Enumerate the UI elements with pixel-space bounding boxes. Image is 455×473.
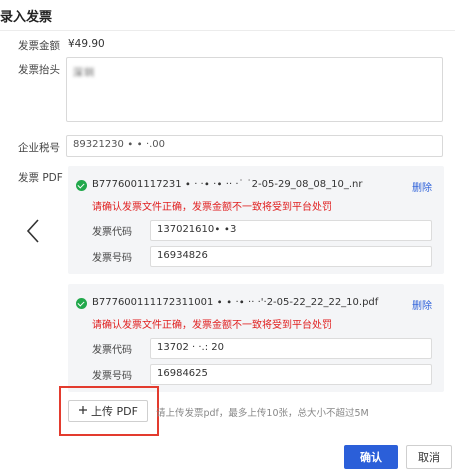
invoice-code-value: 13702 · ·.: 20 [157,342,224,353]
plus-icon [78,405,88,418]
invoice-code-input[interactable]: 13702 · ·.: 20 [150,338,432,359]
amount-label: 发票金额 [18,40,60,52]
pdf-filename: B777600111172311001 ∙ ∙ ·∙ ·· ·'·2-05-22… [92,297,379,308]
invoice-code-input[interactable]: 137021610∙ ∙3 [150,220,432,241]
upload-pdf-button[interactable]: 上传 PDF [68,400,148,422]
check-circle-icon [76,180,87,191]
pdf-filename: B7776001117231 ∙ · ·∙ ·∙ ·· ·˙ ˙2-05-29_… [92,179,363,190]
tax-id-value: 89321230 ∙ ∙ ·.00 [73,139,166,150]
invoice-number-input[interactable]: 16934826 [150,246,432,267]
invoice-code-label: 发票代码 [92,345,132,356]
chevron-left-icon[interactable] [24,218,42,244]
invoice-header-textarea[interactable]: 深圳 [66,57,443,122]
invoice-code-label: 发票代码 [92,227,132,238]
dialog-title: 录入发票 [0,10,53,25]
invoice-number-input[interactable]: 16984625 [150,364,432,385]
invoice-number-label: 发票号码 [92,371,132,382]
pdf-item: B777600111172311001 ∙ ∙ ·∙ ·· ·'·2-05-22… [68,284,444,392]
pdf-warning: 请确认发票文件正确，发票金额不一致将受到平台处罚 [92,202,332,213]
pdf-warning: 请确认发票文件正确，发票金额不一致将受到平台处罚 [92,320,332,331]
invoice-number-value: 16934826 [157,250,208,261]
pdf-item: B7776001117231 ∙ · ·∙ ·∙ ·· ·˙ ˙2-05-29_… [68,166,444,274]
tax-id-label: 企业税号 [18,142,60,154]
invoice-pdf-label: 发票 PDF [18,172,63,184]
check-circle-icon [76,298,87,309]
amount-value: ¥49.90 [68,38,105,50]
delete-pdf-button[interactable]: 删除 [412,297,432,312]
confirm-button[interactable]: 确认 [344,445,398,469]
tax-id-input[interactable]: 89321230 ∙ ∙ ·.00 [66,135,443,157]
upload-pdf-label: 上传 PDF [91,405,138,418]
upload-hint: 请上传发票pdf，最多上传10张，总大小不超过5M [156,408,369,419]
title-divider [0,30,455,31]
invoice-number-label: 发票号码 [92,253,132,264]
delete-pdf-button[interactable]: 删除 [412,179,432,194]
invoice-code-value: 137021610∙ ∙3 [157,224,237,235]
invoice-header-label: 发票抬头 [18,64,60,76]
cancel-button[interactable]: 取消 [406,445,452,469]
invoice-header-value: 深圳 [73,68,95,79]
invoice-number-value: 16984625 [157,368,208,379]
